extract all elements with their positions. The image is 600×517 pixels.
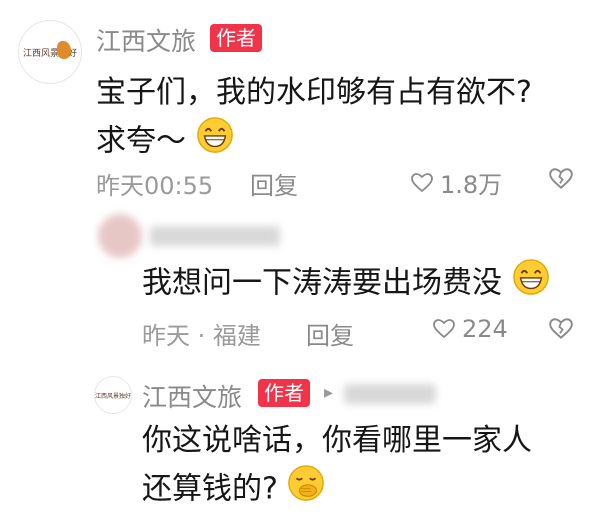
- author-badge: 作者: [258, 379, 310, 407]
- heart-outline-icon: [433, 319, 455, 339]
- grinning-face-icon: [196, 116, 234, 168]
- like-count: 224: [462, 315, 508, 343]
- reply-button[interactable]: 回复: [250, 166, 298, 201]
- reply-text: 你这说啥话，你看哪里一家人 还算钱的?: [142, 418, 532, 516]
- like-count: 1.8万: [440, 171, 503, 199]
- heart-outline-icon: [411, 172, 433, 192]
- reply-text: 我想问一下涛涛要出场费没: [142, 258, 550, 310]
- face-with-hand-over-mouth-icon: [287, 464, 325, 516]
- dislike-button[interactable]: [548, 316, 574, 346]
- comment-text-line: 宝子们，我的水印够有占有欲不?: [96, 75, 532, 110]
- broken-heart-outline-icon: [549, 318, 573, 339]
- replied-username-blurred[interactable]: [344, 384, 436, 404]
- author-name[interactable]: 江西文旅: [96, 22, 196, 58]
- broken-heart-outline-icon: [549, 168, 573, 189]
- username-blurred[interactable]: [150, 226, 280, 246]
- reply-meta: 昨天 · 福建: [142, 316, 261, 351]
- comment-time: 昨天00:55: [96, 172, 214, 200]
- reply-arrow-icon: ▸: [324, 382, 334, 403]
- user-avatar-blurred[interactable]: [98, 214, 142, 258]
- meta-dot: ·: [197, 322, 206, 350]
- comment-text-line: 求夸～: [96, 116, 532, 168]
- like-button[interactable]: 1.8万: [410, 165, 502, 200]
- reply-location: 福建: [212, 322, 261, 350]
- grinning-face-icon: [512, 258, 550, 310]
- avatar-logo-text: 江西风景独好: [95, 392, 132, 400]
- author-avatar[interactable]: 江西风景独好: [18, 20, 82, 84]
- avatar-logo-splash: [57, 41, 71, 59]
- comment-text: 宝子们，我的水印够有占有欲不? 求夸～: [96, 70, 532, 168]
- author-name[interactable]: 江西文旅: [142, 378, 242, 414]
- comment-text-line: 你这说啥话，你看哪里一家人: [142, 423, 532, 458]
- author-badge: 作者: [210, 24, 262, 52]
- author-avatar[interactable]: 江西风景独好: [94, 376, 132, 414]
- dislike-button[interactable]: [548, 166, 574, 196]
- reply-time: 昨天: [142, 322, 190, 350]
- like-button[interactable]: 224: [432, 315, 508, 343]
- reply-button[interactable]: 回复: [306, 316, 354, 351]
- comment-text-line: 还算钱的?: [142, 464, 532, 516]
